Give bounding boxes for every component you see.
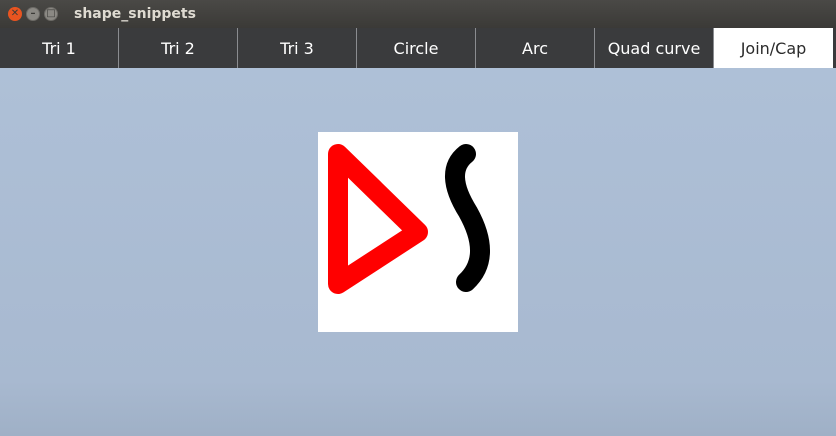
title-bar: ✕ – □ shape_snippets [0,0,836,28]
content-area [0,68,836,436]
tab-tri-3[interactable]: Tri 3 [238,28,357,68]
black-curve-shape [445,144,490,292]
tab-bar: Tri 1 Tri 2 Tri 3 Circle Arc Quad curve … [0,28,836,68]
tab-tri-2[interactable]: Tri 2 [119,28,238,68]
tab-quad-curve[interactable]: Quad curve [595,28,714,68]
close-window-button[interactable]: ✕ [8,7,22,21]
canvas-svg [328,144,490,294]
tab-circle[interactable]: Circle [357,28,476,68]
minimize-window-button[interactable]: – [26,7,40,21]
app-window: ✕ – □ shape_snippets Tri 1 Tri 2 Tri 3 C… [0,0,836,436]
tab-join-cap[interactable]: Join/Cap [714,28,833,68]
maximize-window-button[interactable]: □ [44,7,58,21]
tab-arc[interactable]: Arc [476,28,595,68]
drawing-canvas [318,132,518,332]
red-triangle-shape [328,144,428,294]
tab-tri-1[interactable]: Tri 1 [0,28,119,68]
window-title: shape_snippets [74,6,196,22]
